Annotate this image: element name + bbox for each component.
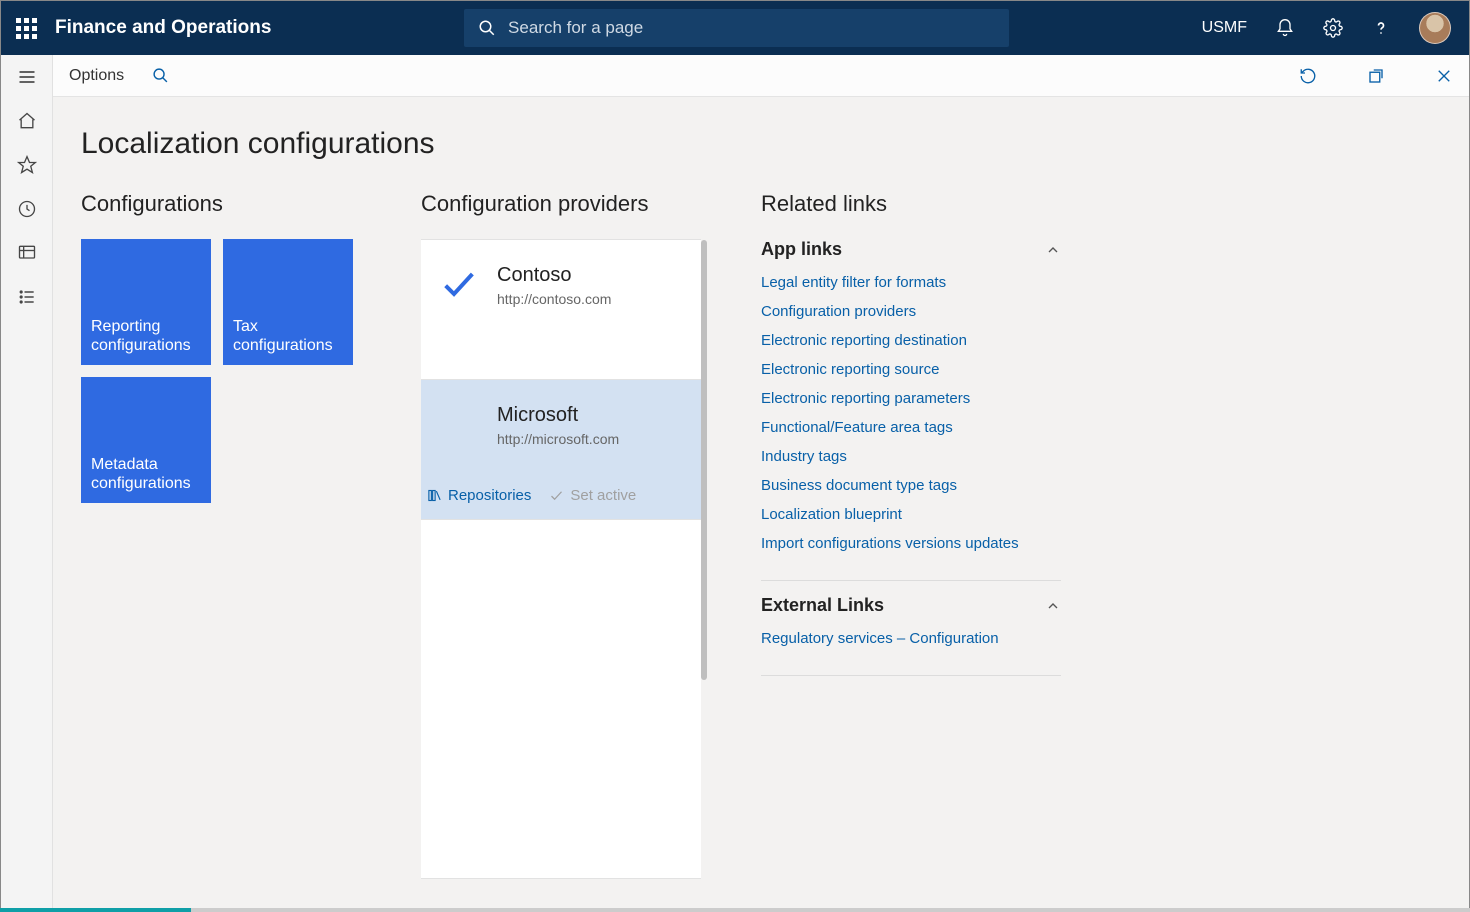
link-item[interactable]: Electronic reporting source bbox=[761, 361, 1061, 378]
check-icon bbox=[439, 264, 479, 304]
page-title: Localization configurations bbox=[81, 127, 1441, 161]
options-button[interactable]: Options bbox=[69, 67, 124, 85]
avatar[interactable] bbox=[1419, 12, 1451, 44]
tile-tax-configurations[interactable]: Tax configurations bbox=[223, 239, 353, 365]
action-bar: Options bbox=[53, 55, 1469, 97]
provider-url: http://contoso.com bbox=[497, 291, 681, 307]
chevron-up-icon bbox=[1045, 598, 1061, 614]
providers-section: Configuration providers Contoso http://c… bbox=[421, 191, 701, 879]
links-group-head[interactable]: App links bbox=[761, 239, 1061, 260]
search-input[interactable] bbox=[464, 9, 1009, 47]
providers-heading: Configuration providers bbox=[421, 191, 701, 217]
repositories-action[interactable]: Repositories bbox=[427, 487, 531, 504]
tile-label: Reporting configurations bbox=[91, 317, 201, 355]
link-item[interactable]: Configuration providers bbox=[761, 303, 1061, 320]
link-item[interactable]: Functional/Feature area tags bbox=[761, 419, 1061, 436]
set-active-action: Set active bbox=[549, 487, 636, 504]
provider-url: http://microsoft.com bbox=[497, 431, 681, 447]
favorites-icon[interactable] bbox=[17, 155, 37, 175]
link-item[interactable]: Electronic reporting destination bbox=[761, 332, 1061, 349]
hamburger-icon[interactable] bbox=[17, 67, 37, 87]
home-icon[interactable] bbox=[17, 111, 37, 131]
search-icon bbox=[478, 19, 496, 37]
related-links-section: Related links App links Legal entity fil… bbox=[761, 191, 1061, 690]
providers-list: Contoso http://contoso.com Microsoft htt… bbox=[421, 239, 701, 879]
link-item[interactable]: Legal entity filter for formats bbox=[761, 274, 1061, 291]
workspace: Options Localization configurations Conf… bbox=[1, 55, 1469, 911]
main-body: Localization configurations Configuratio… bbox=[53, 97, 1469, 911]
modules-icon[interactable] bbox=[17, 287, 37, 307]
provider-card-contoso[interactable]: Contoso http://contoso.com bbox=[421, 240, 701, 380]
provider-name: Microsoft bbox=[497, 404, 681, 427]
scrollbar-thumb[interactable] bbox=[701, 240, 707, 680]
check-icon bbox=[549, 488, 564, 503]
configurations-tiles: Reporting configurations Tax configurati… bbox=[81, 239, 361, 503]
link-item[interactable]: Business document type tags bbox=[761, 477, 1061, 494]
app-launcher-icon[interactable] bbox=[13, 15, 39, 41]
columns: Configurations Reporting configurations … bbox=[81, 191, 1441, 879]
refresh-icon[interactable] bbox=[1299, 67, 1317, 85]
tile-metadata-configurations[interactable]: Metadata configurations bbox=[81, 377, 211, 503]
chevron-up-icon bbox=[1045, 242, 1061, 258]
notifications-icon[interactable] bbox=[1275, 18, 1295, 38]
tile-reporting-configurations[interactable]: Reporting configurations bbox=[81, 239, 211, 365]
configurations-section: Configurations Reporting configurations … bbox=[81, 191, 361, 503]
provider-name: Contoso bbox=[497, 264, 681, 287]
books-icon bbox=[427, 488, 442, 503]
link-item[interactable]: Industry tags bbox=[761, 448, 1061, 465]
tile-label: Metadata configurations bbox=[91, 455, 201, 493]
links-group-head[interactable]: External Links bbox=[761, 595, 1061, 616]
close-icon[interactable] bbox=[1435, 67, 1453, 85]
link-item[interactable]: Import configurations versions updates bbox=[761, 535, 1061, 552]
link-item[interactable]: Regulatory services – Configuration bbox=[761, 630, 1061, 647]
tile-label: Tax configurations bbox=[233, 317, 343, 355]
links-group-title: External Links bbox=[761, 595, 884, 616]
actionbar-search-icon[interactable] bbox=[152, 67, 169, 84]
link-item[interactable]: Localization blueprint bbox=[761, 506, 1061, 523]
header-right: USMF bbox=[1202, 12, 1451, 44]
progress-bar bbox=[0, 908, 1470, 912]
links-group-title: App links bbox=[761, 239, 842, 260]
popout-icon[interactable] bbox=[1367, 67, 1385, 85]
repositories-label: Repositories bbox=[448, 487, 531, 504]
configurations-heading: Configurations bbox=[81, 191, 361, 217]
set-active-label: Set active bbox=[570, 487, 636, 504]
link-item[interactable]: Electronic reporting parameters bbox=[761, 390, 1061, 407]
app-title: Finance and Operations bbox=[55, 17, 271, 39]
links-group-app-links: App links Legal entity filter for format… bbox=[761, 239, 1061, 581]
company-picker[interactable]: USMF bbox=[1202, 19, 1247, 37]
progress-fill bbox=[0, 908, 191, 912]
global-search bbox=[464, 9, 1009, 47]
links-group-external-links: External Links Regulatory services – Con… bbox=[761, 595, 1061, 676]
related-links-heading: Related links bbox=[761, 191, 1061, 217]
top-header: Finance and Operations USMF bbox=[1, 1, 1469, 55]
help-icon[interactable] bbox=[1371, 18, 1391, 38]
provider-card-microsoft[interactable]: Microsoft http://microsoft.com Repositor… bbox=[421, 380, 701, 520]
workspaces-icon[interactable] bbox=[17, 243, 37, 263]
recent-icon[interactable] bbox=[17, 199, 37, 219]
left-rail bbox=[1, 55, 53, 911]
provider-actions: Repositories Set active bbox=[427, 487, 681, 504]
gear-icon[interactable] bbox=[1323, 18, 1343, 38]
content-column: Options Localization configurations Conf… bbox=[53, 55, 1469, 911]
